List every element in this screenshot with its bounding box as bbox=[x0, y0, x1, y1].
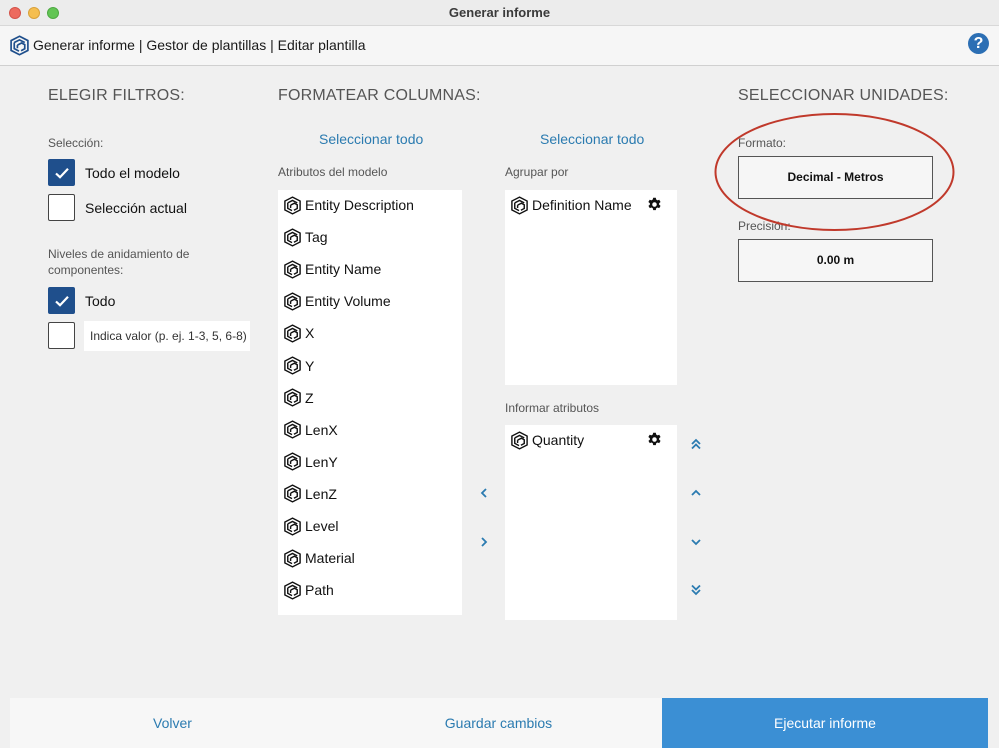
breadcrumb-template-manager[interactable]: Gestor de plantillas bbox=[146, 37, 266, 53]
sketchup-component-icon bbox=[283, 420, 302, 439]
list-item-label: LenX bbox=[305, 421, 338, 438]
whole-model-checkbox[interactable] bbox=[48, 159, 75, 186]
list-item-label: Path bbox=[305, 582, 334, 599]
list-item-label: Entity Description bbox=[305, 197, 414, 213]
list-item[interactable]: LenX bbox=[283, 419, 338, 441]
list-item-label: Level bbox=[305, 518, 339, 534]
nesting-label-line1: Niveles de anidamiento de bbox=[48, 247, 190, 261]
gear-icon[interactable] bbox=[647, 197, 662, 212]
select-all-model-attrs-link[interactable]: Seleccionar todo bbox=[319, 131, 423, 147]
nesting-all-label: Todo bbox=[85, 293, 116, 309]
list-item-label: Material bbox=[305, 550, 355, 567]
sketchup-component-icon bbox=[283, 517, 302, 536]
current-selection-checkbox[interactable] bbox=[48, 194, 75, 221]
list-item[interactable]: Definition Name bbox=[510, 194, 632, 216]
list-item-label: Z bbox=[305, 389, 314, 406]
columns-title: FORMATEAR COLUMNAS: bbox=[278, 87, 481, 104]
footer-bar: Volver Guardar cambios Ejecutar informe bbox=[10, 698, 988, 748]
check-icon bbox=[55, 168, 69, 179]
window-title: Generar informe bbox=[448, 5, 551, 20]
list-item-label: Entity Name bbox=[305, 261, 382, 278]
units-title: SELECCIONAR UNIDADES: bbox=[738, 87, 949, 104]
sketchup-component-icon bbox=[283, 388, 302, 407]
gear-icon[interactable] bbox=[647, 432, 662, 447]
move-down-chevron-icon[interactable] bbox=[690, 535, 702, 549]
sketchup-component-icon bbox=[510, 196, 529, 215]
nesting-label-line2: componentes: bbox=[48, 263, 124, 277]
breadcrumb-separator: | bbox=[266, 37, 278, 53]
nesting-value-checkbox[interactable] bbox=[48, 322, 75, 349]
precision-select[interactable]: 0.00 m bbox=[738, 239, 933, 282]
move-bottom-double-chevron-icon[interactable] bbox=[690, 583, 702, 597]
sketchup-component-icon bbox=[510, 431, 529, 450]
model-attrs-list[interactable]: Entity Description Tag Entity Name Entity V… bbox=[278, 190, 462, 615]
breadcrumb-separator: | bbox=[134, 37, 147, 53]
sketchup-component-icon bbox=[283, 484, 302, 503]
list-item-label: Quantity bbox=[532, 432, 585, 448]
save-changes-button[interactable]: Guardar cambios bbox=[335, 698, 662, 748]
model-attrs-label: Atributos del modelo bbox=[278, 165, 388, 179]
list-item-label: Entity Volume bbox=[305, 293, 391, 310]
filters-title: ELEGIR FILTROS: bbox=[48, 87, 185, 104]
move-up-chevron-icon[interactable] bbox=[690, 486, 702, 500]
breadcrumb-generate-report[interactable]: Generar informe bbox=[33, 37, 135, 53]
list-item-label: X bbox=[305, 325, 315, 342]
current-selection-label: Selección actual bbox=[85, 200, 187, 216]
whole-model-label: Todo el modelo bbox=[85, 165, 180, 181]
sketchup-component-icon bbox=[283, 581, 302, 600]
list-item[interactable]: Entity Volume bbox=[283, 290, 391, 312]
sketchup-component-icon bbox=[283, 292, 302, 311]
list-item[interactable]: Z bbox=[283, 387, 314, 409]
report-attrs-label: Informar atributos bbox=[505, 401, 600, 415]
sketchup-component-icon bbox=[283, 324, 302, 343]
list-item-label: LenY bbox=[305, 453, 338, 470]
navigation-bar: Generar informe | Gestor de plantillas |… bbox=[0, 26, 999, 66]
list-item[interactable]: Path bbox=[283, 579, 334, 601]
list-item[interactable]: LenY bbox=[283, 451, 338, 473]
select-all-report-attrs-link[interactable]: Seleccionar todo bbox=[540, 131, 644, 147]
move-top-double-chevron-icon[interactable] bbox=[690, 437, 702, 451]
annotation-circle bbox=[714, 113, 955, 231]
list-item[interactable]: Quantity bbox=[510, 429, 584, 451]
sketchup-component-icon bbox=[283, 452, 302, 471]
window-titlebar: Generar informe bbox=[0, 0, 999, 26]
breadcrumb: Generar informe | Gestor de plantillas |… bbox=[33, 37, 366, 53]
sketchup-component-icon bbox=[283, 228, 302, 247]
breadcrumb-edit-template[interactable]: Editar plantilla bbox=[278, 37, 366, 53]
list-item-label: Definition Name bbox=[532, 197, 632, 213]
report-attrs-list[interactable]: Quantity bbox=[505, 425, 677, 620]
list-item[interactable]: Entity Description bbox=[283, 194, 414, 216]
group-by-label: Agrupar por bbox=[505, 165, 569, 179]
list-item-label: Y bbox=[305, 357, 315, 374]
move-left-chevron-icon[interactable] bbox=[478, 486, 490, 500]
sketchup-component-icon bbox=[283, 260, 302, 279]
list-item[interactable]: LenZ bbox=[283, 483, 337, 505]
help-icon[interactable]: ? bbox=[968, 33, 989, 54]
list-item[interactable]: Y bbox=[283, 355, 314, 377]
list-item[interactable]: Entity Name bbox=[283, 258, 381, 280]
sketchup-component-icon bbox=[283, 549, 302, 568]
list-item[interactable]: X bbox=[283, 322, 314, 344]
nesting-all-checkbox[interactable] bbox=[48, 287, 75, 314]
list-item[interactable]: Tag bbox=[283, 226, 328, 248]
sketchup-logo-icon bbox=[10, 35, 29, 56]
move-right-chevron-icon[interactable] bbox=[478, 535, 490, 549]
check-icon bbox=[55, 296, 69, 307]
sketchup-component-icon bbox=[283, 196, 302, 215]
back-button[interactable]: Volver bbox=[10, 698, 335, 748]
group-by-list[interactable]: Definition Name bbox=[505, 190, 677, 385]
sketchup-component-icon bbox=[283, 356, 302, 375]
run-report-button[interactable]: Ejecutar informe bbox=[662, 698, 988, 748]
list-item-label: LenZ bbox=[305, 485, 337, 502]
selection-label: Selección: bbox=[48, 136, 104, 150]
list-item-label: Tag bbox=[305, 229, 328, 246]
list-item[interactable]: Level bbox=[283, 515, 338, 537]
nesting-value-input[interactable]: Indica valor (p. ej. 1-3, 5, 6-8) bbox=[84, 321, 250, 351]
list-item[interactable]: Material bbox=[283, 547, 355, 569]
